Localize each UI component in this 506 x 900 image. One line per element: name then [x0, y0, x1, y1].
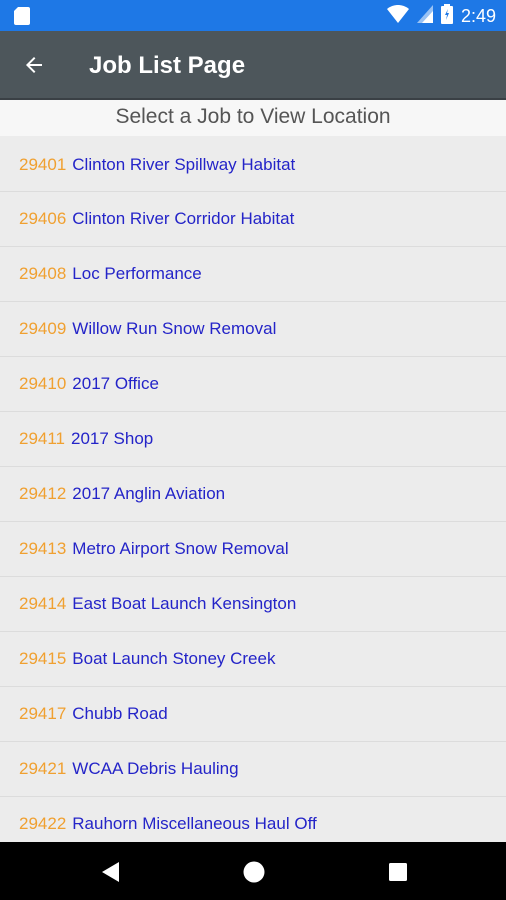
job-row[interactable]: 29408 Loc Performance	[0, 247, 506, 302]
job-number: 29408	[19, 264, 67, 283]
wifi-icon	[386, 4, 409, 28]
job-number: 29411	[19, 429, 66, 448]
status-bar: 2:49	[0, 0, 506, 31]
back-arrow-icon[interactable]	[22, 53, 46, 77]
job-number: 29401	[19, 154, 67, 174]
job-row[interactable]: 29413 Metro Airport Snow Removal	[0, 522, 506, 577]
job-number: 29422	[19, 814, 67, 833]
subheader: Select a Job to View Location	[0, 98, 506, 136]
app-bar: Job List Page	[0, 31, 506, 98]
battery-icon	[440, 3, 453, 29]
job-number: 29415	[19, 649, 67, 668]
job-name: 2017 Office	[72, 374, 159, 393]
job-name: East Boat Launch Kensington	[72, 594, 297, 613]
back-triangle-icon[interactable]	[99, 860, 123, 884]
job-name: Clinton River Corridor Habitat	[72, 209, 295, 228]
job-number: 29413	[19, 539, 67, 558]
job-name: Rauhorn Miscellaneous Haul Off	[72, 814, 317, 833]
page-title: Job List Page	[89, 52, 246, 79]
status-time: 2:49	[460, 5, 496, 26]
sd-card-icon	[14, 7, 30, 30]
job-row[interactable]: 29417 Chubb Road	[0, 687, 506, 742]
job-name: WCAA Debris Hauling	[72, 759, 239, 778]
job-name: 2017 Anglin Aviation	[72, 484, 226, 503]
recents-square-icon[interactable]	[386, 860, 410, 884]
job-name: Willow Run Snow Removal	[72, 319, 277, 338]
job-number: 29412	[19, 484, 67, 503]
signal-icon	[416, 4, 433, 28]
home-circle-icon[interactable]	[242, 860, 266, 884]
job-row[interactable]: 29414 East Boat Launch Kensington	[0, 577, 506, 632]
job-name: Clinton River Spillway Habitat	[72, 154, 296, 174]
job-row[interactable]: 29406 Clinton River Corridor Habitat	[0, 192, 506, 247]
job-name: Loc Performance	[72, 264, 202, 283]
job-row[interactable]: 29401 Clinton River Spillway Habitat	[0, 138, 506, 192]
job-row[interactable]: 29421 WCAA Debris Hauling	[0, 742, 506, 797]
job-number: 29417	[19, 704, 67, 723]
job-list[interactable]: 29401 Clinton River Spillway Habitat 2940…	[0, 138, 506, 842]
job-number: 29406	[19, 209, 67, 228]
job-number: 29421	[19, 759, 67, 778]
job-row[interactable]: 29422 Rauhorn Miscellaneous Haul Off	[0, 797, 506, 842]
job-name: 2017 Shop	[71, 429, 154, 448]
job-row[interactable]: 29411 2017 Shop	[0, 412, 506, 467]
job-name: Boat Launch Stoney Creek	[72, 649, 276, 668]
job-name: Chubb Road	[72, 704, 168, 723]
job-number: 29414	[19, 594, 67, 613]
job-row[interactable]: 29410 2017 Office	[0, 357, 506, 412]
job-number: 29410	[19, 374, 67, 393]
status-icons: 2:49	[386, 3, 496, 29]
job-name: Metro Airport Snow Removal	[72, 539, 289, 558]
job-number: 29409	[19, 319, 67, 338]
job-row[interactable]: 29409 Willow Run Snow Removal	[0, 302, 506, 357]
job-row[interactable]: 29412 2017 Anglin Aviation	[0, 467, 506, 522]
job-row[interactable]: 29415 Boat Launch Stoney Creek	[0, 632, 506, 687]
navigation-bar	[0, 842, 506, 900]
